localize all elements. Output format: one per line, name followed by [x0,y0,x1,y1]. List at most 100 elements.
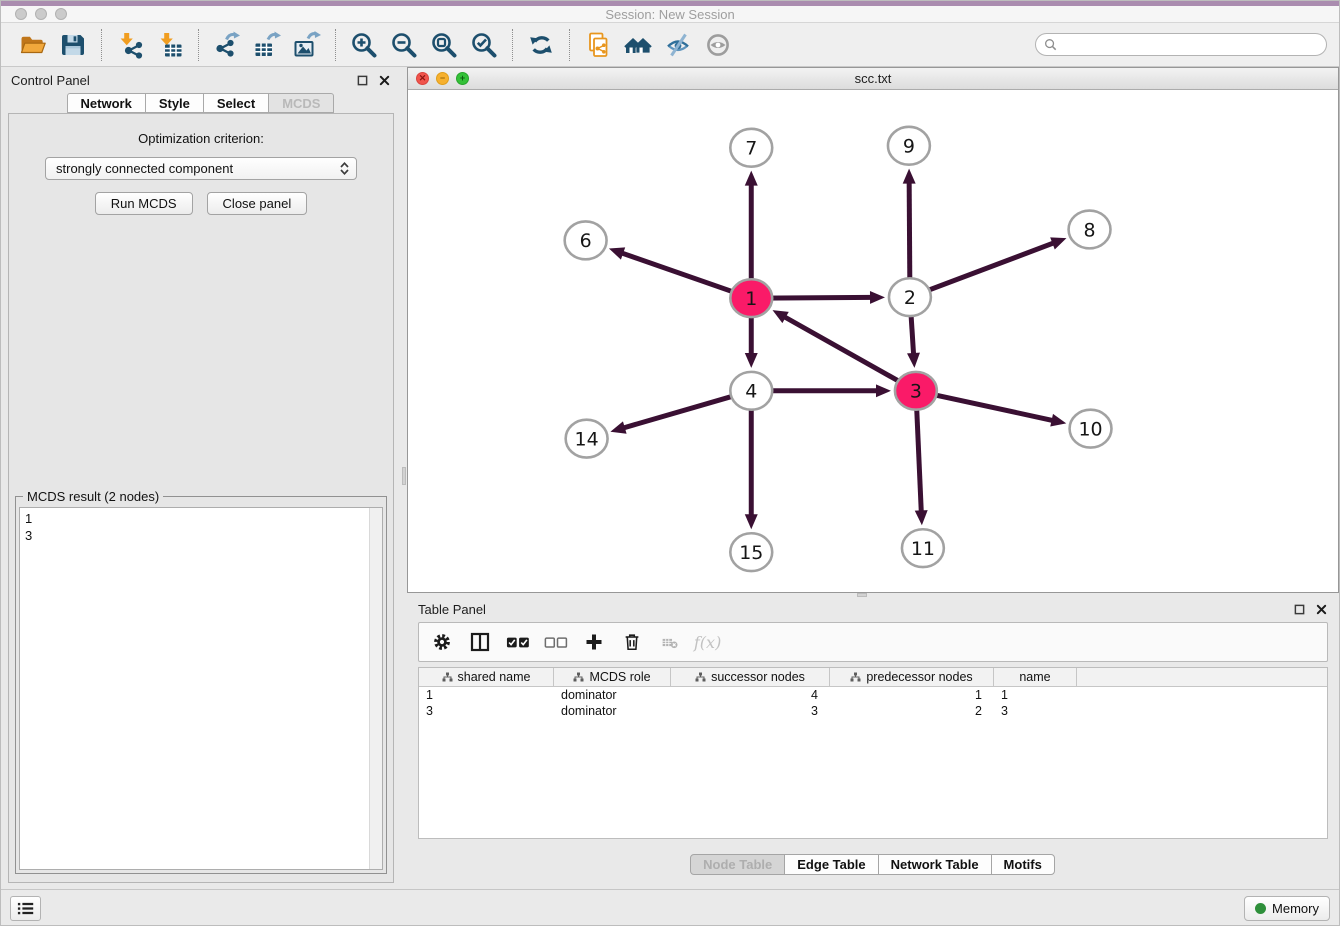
cell-name[interactable]: 1 [994,687,1077,703]
float-table-panel-icon[interactable] [1293,603,1306,616]
column-header-name[interactable]: name [994,668,1077,686]
mcds-result-title: MCDS result (2 nodes) [23,489,163,504]
tab-network-table[interactable]: Network Table [878,854,992,875]
tab-select[interactable]: Select [203,93,269,113]
tab-network[interactable]: Network [67,93,146,113]
node-15[interactable]: 15 [730,533,772,571]
network-minimize-button[interactable]: − [436,72,449,85]
search-icon [1044,38,1057,51]
select-all-button[interactable] [499,624,537,660]
cell-MCDS-role[interactable]: dominator [554,703,671,719]
cell-predecessor-nodes[interactable]: 1 [830,687,994,703]
status-menu-button[interactable] [10,896,41,921]
network-maximize-button[interactable]: + [456,72,469,85]
cell-successor-nodes[interactable]: 4 [671,687,830,703]
mcds-tab-content: Optimization criterion: strongly connect… [8,113,394,883]
node-11[interactable]: 11 [902,529,944,567]
node-7[interactable]: 7 [730,129,772,167]
export-image-button[interactable] [287,26,327,64]
cell-predecessor-nodes[interactable]: 2 [830,703,994,719]
delete-column-button[interactable] [613,624,651,660]
vertical-splitter[interactable] [401,67,407,889]
zoom-out-button[interactable] [384,26,424,64]
close-panel-icon[interactable] [378,74,391,87]
create-column-icon [584,632,604,652]
column-label: predecessor nodes [866,670,972,684]
refresh-button[interactable] [521,26,561,64]
import-table-icon [156,31,184,59]
application-window: Session: New Session Control Panel Netwo… [0,0,1340,926]
table-header-row: shared name MCDS role successor nodes prede… [419,668,1327,687]
edge-1-6[interactable] [609,247,751,298]
node-10[interactable]: 10 [1070,410,1112,448]
deselect-all-button[interactable] [537,624,575,660]
cell-shared-name[interactable]: 3 [419,703,554,719]
create-column-button[interactable] [575,624,613,660]
run-mcds-button[interactable]: Run MCDS [95,192,193,215]
save-session-button[interactable] [53,26,93,64]
hide-selected-button[interactable] [658,26,698,64]
memory-button[interactable]: Memory [1244,896,1330,921]
open-session-button[interactable] [13,26,53,64]
close-panel-button[interactable]: Close panel [207,192,308,215]
mcds-result-scrollbar[interactable] [369,508,382,869]
tab-motifs[interactable]: Motifs [991,854,1055,875]
table-mode-gear-button[interactable] [423,624,461,660]
cell-shared-name[interactable]: 1 [419,687,554,703]
column-header-successor-nodes[interactable]: successor nodes [671,668,830,686]
table-row-2[interactable]: 3dominator323 [419,703,1327,719]
clone-network-button[interactable] [578,26,618,64]
show-hide-columns-button[interactable] [461,624,499,660]
node-14[interactable]: 14 [566,420,608,458]
tab-node-table[interactable]: Node Table [690,854,785,875]
column-header-predecessor-nodes[interactable]: predecessor nodes [830,668,994,686]
column-label: successor nodes [711,670,805,684]
column-header-MCDS-role[interactable]: MCDS role [554,668,671,686]
node-table: shared name MCDS role successor nodes prede… [418,667,1328,839]
edge-3-1[interactable] [773,310,916,391]
node-1[interactable]: 1 [730,279,772,317]
column-header-shared-name[interactable]: shared name [419,668,554,686]
edge-3-10[interactable] [916,391,1066,427]
edge-4-15[interactable] [745,391,758,529]
node-2[interactable]: 2 [889,278,931,316]
mcds-result-list[interactable]: 1 3 [20,508,369,869]
tab-style[interactable]: Style [145,93,204,113]
column-label: MCDS role [589,670,650,684]
delete-table-button[interactable] [651,624,689,660]
cell-name[interactable]: 3 [994,703,1077,719]
import-network-button[interactable] [110,26,150,64]
node-4[interactable]: 4 [730,372,772,410]
export-table-button[interactable] [247,26,287,64]
show-all-button[interactable] [698,26,738,64]
tab-mcds[interactable]: MCDS [268,93,334,113]
node-8[interactable]: 8 [1069,211,1111,249]
cell-MCDS-role[interactable]: dominator [554,687,671,703]
svg-text:f(x): f(x) [693,633,721,652]
optimization-criterion-select[interactable]: strongly connected component [45,157,357,180]
search-box[interactable] [1035,33,1327,56]
tab-edge-table[interactable]: Edge Table [784,854,878,875]
zoom-selected-button[interactable] [464,26,504,64]
network-close-button[interactable]: ✕ [416,72,429,85]
houses-button[interactable] [618,26,658,64]
search-input[interactable] [1062,37,1318,52]
edge-2-8[interactable] [910,237,1067,297]
hide-selected-icon [664,31,692,59]
float-panel-icon[interactable] [356,74,369,87]
node-9[interactable]: 9 [888,127,930,165]
search-icon [1044,38,1057,51]
table-row-1[interactable]: 1dominator411 [419,687,1327,703]
import-table-button[interactable] [150,26,190,64]
node-6[interactable]: 6 [565,221,607,259]
toolbar-separator [335,29,336,61]
network-canvas[interactable]: 7 9 6 8 1 2 4 3 14 10 15 11 [408,90,1338,592]
function-builder-button[interactable]: f(x) [689,624,727,660]
cell-successor-nodes[interactable]: 3 [671,703,830,719]
zoom-fit-button[interactable] [424,26,464,64]
export-network-button[interactable] [207,26,247,64]
close-table-panel-icon[interactable] [1315,603,1328,616]
zoom-in-button[interactable] [344,26,384,64]
node-3[interactable]: 3 [895,372,937,410]
horizontal-splitter[interactable] [407,593,1339,597]
